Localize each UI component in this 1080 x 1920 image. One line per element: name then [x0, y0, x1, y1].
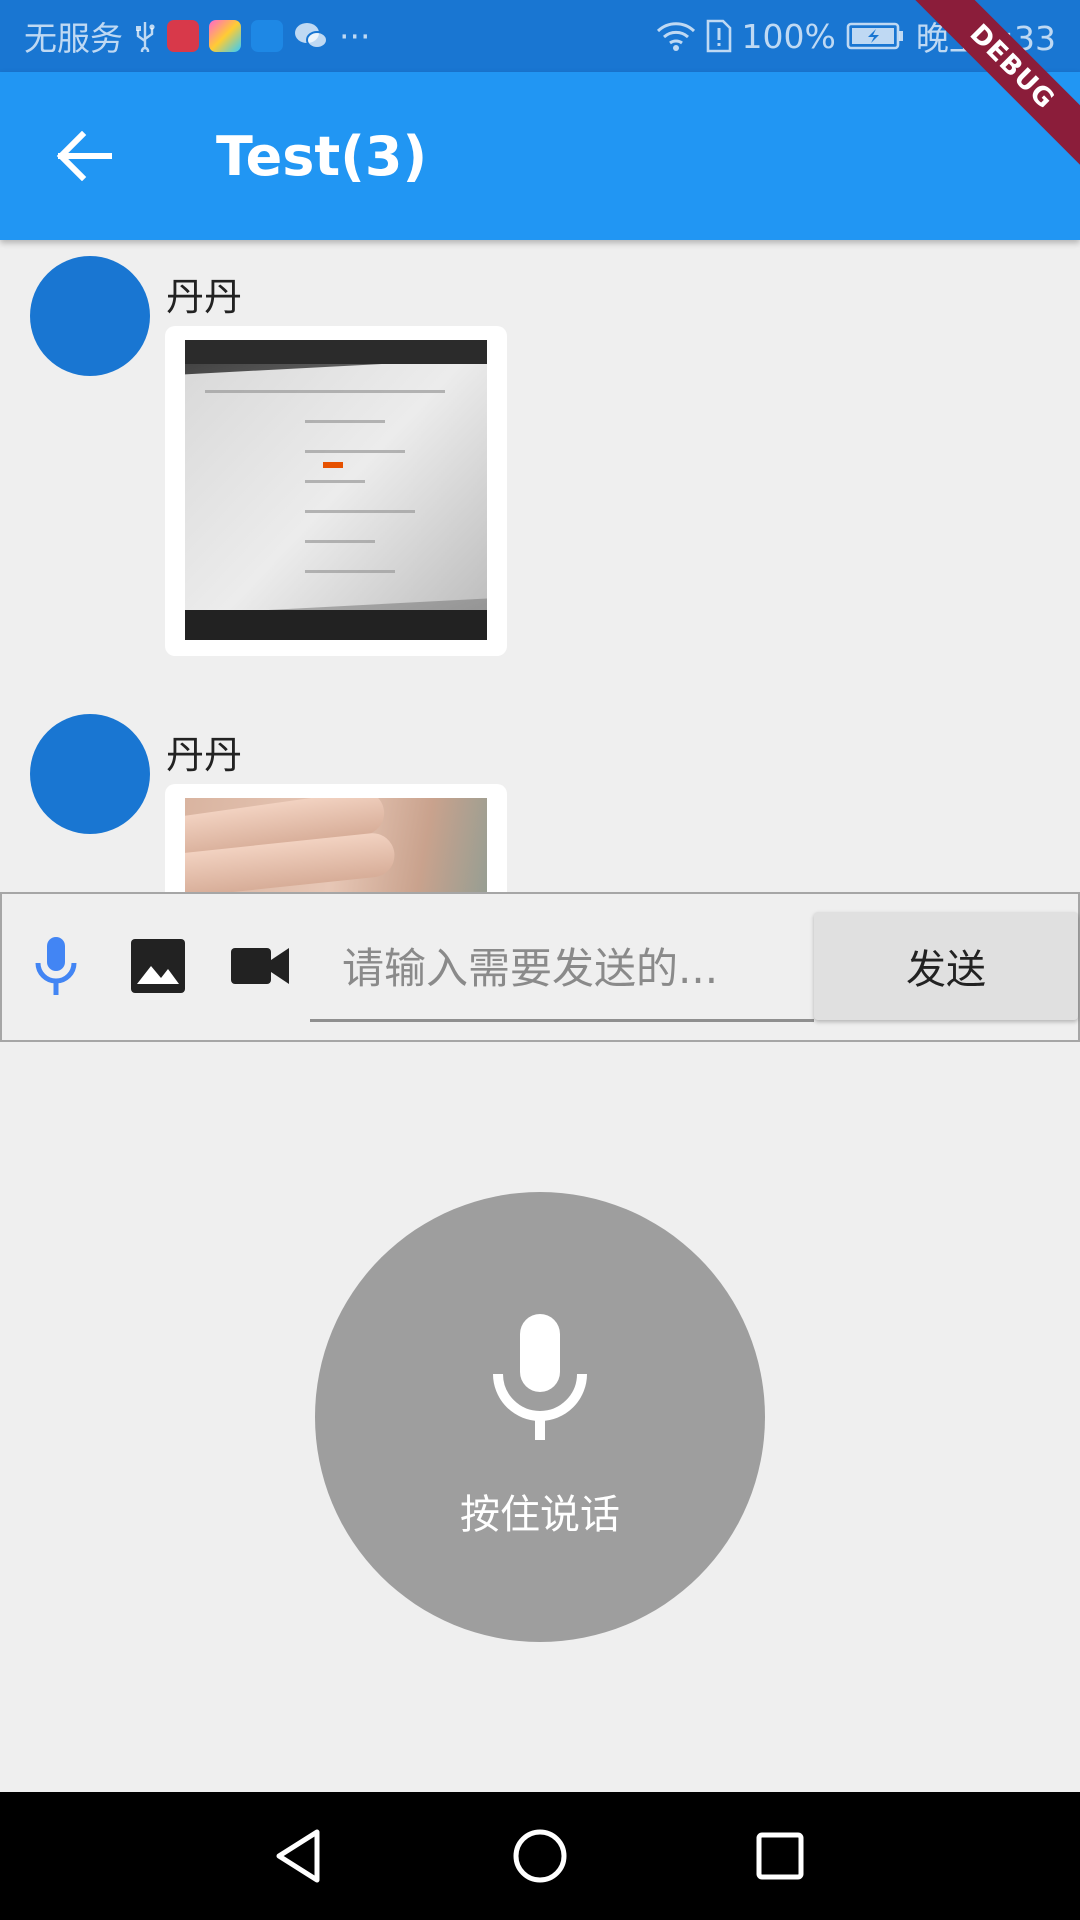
mic-icon	[493, 1314, 587, 1440]
status-bar: 无服务 ··· 100% 晚上8:33	[0, 0, 1080, 72]
image-detail	[305, 480, 365, 483]
image-bezel	[185, 340, 487, 364]
photos-app-icon	[209, 20, 241, 52]
message-input[interactable]	[310, 918, 814, 1022]
usb-icon	[133, 20, 157, 52]
message-image[interactable]	[185, 798, 487, 892]
navigation-bar	[0, 1792, 1080, 1920]
input-bar: 发送	[0, 892, 1080, 1042]
square-recents-icon	[756, 1832, 804, 1880]
image-detail	[305, 540, 375, 543]
image-laptop-screen	[185, 357, 487, 615]
nav-back-button[interactable]	[268, 1826, 328, 1886]
voice-button[interactable]	[22, 932, 90, 1000]
avatar[interactable]	[30, 256, 150, 376]
message-image[interactable]	[185, 340, 487, 640]
image-bubble[interactable]	[165, 326, 507, 656]
video-app-icon	[251, 20, 283, 52]
more-notifications: ···	[339, 16, 371, 56]
image-bubble[interactable]	[165, 784, 507, 892]
hold-to-talk-button[interactable]: 按住说话	[315, 1192, 765, 1642]
page-title: Test(3)	[216, 124, 428, 188]
battery-percent: 100%	[741, 16, 836, 56]
avatar[interactable]	[30, 714, 150, 834]
videocam-icon	[231, 948, 289, 984]
status-right: 100% 晚上8:33	[656, 12, 1056, 60]
triangle-back-icon	[276, 1829, 320, 1883]
sender-name: 丹丹	[166, 275, 243, 319]
sender-name: 丹丹	[166, 733, 243, 777]
nav-recents-button[interactable]	[750, 1826, 810, 1886]
huawei-app-icon	[167, 20, 199, 52]
image-button[interactable]	[124, 932, 192, 1000]
carrier-text: 无服务	[24, 19, 123, 58]
app-bar: Test(3)	[0, 72, 1080, 240]
back-button[interactable]	[34, 106, 134, 206]
image-detail	[205, 390, 445, 393]
send-button[interactable]: 发送	[814, 912, 1078, 1020]
wifi-icon	[656, 20, 696, 52]
image-detail	[305, 420, 385, 423]
image-detail	[305, 510, 415, 513]
message-list[interactable]: 丹丹 丹丹	[0, 240, 1080, 892]
sim-alert-icon	[706, 19, 732, 53]
arrow-back-icon	[56, 131, 112, 181]
clock-time: 晚上8:33	[915, 19, 1056, 58]
video-button[interactable]	[226, 932, 294, 1000]
mic-icon	[35, 937, 77, 995]
wechat-icon	[293, 21, 329, 51]
image-taskbar	[185, 610, 487, 640]
nav-home-button[interactable]	[510, 1826, 570, 1886]
battery-charging-icon	[846, 22, 906, 50]
image-detail	[323, 462, 343, 468]
image-icon	[131, 939, 185, 993]
status-left: 无服务 ···	[24, 12, 370, 60]
image-detail	[305, 450, 405, 453]
image-detail	[305, 570, 395, 573]
hold-to-talk-label: 按住说话	[460, 1492, 620, 1538]
circle-home-icon	[513, 1829, 567, 1883]
